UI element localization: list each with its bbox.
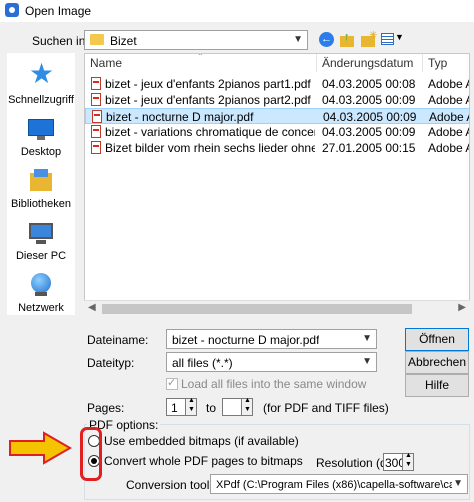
filetype-dropdown[interactable]: all files (*.*) ▼ [166, 352, 377, 372]
annotation-arrow-icon [9, 431, 72, 465]
file-row[interactable]: bizet - variations chromatique de concer… [85, 124, 469, 140]
conversion-tool-dropdown[interactable]: XPdf (C:\Program Files (x86)\capella-sof… [210, 474, 468, 494]
pages-to-input[interactable] [222, 398, 242, 416]
conversion-tool-value: XPdf (C:\Program Files (x86)\capella-sof… [216, 479, 452, 491]
file-type: Adobe Ac [428, 141, 469, 155]
title-bar: Open Image [0, 0, 474, 22]
pages-from-input[interactable]: 1 [166, 398, 186, 416]
pages-note: (for PDF and TIFF files) [263, 401, 389, 415]
chevron-down-icon: ▼ [453, 478, 463, 489]
look-in-value: Bizet [110, 34, 137, 48]
network-icon [27, 271, 55, 299]
place-label: Bibliotheken [11, 198, 71, 210]
place-label: Desktop [20, 146, 62, 158]
place-libraries[interactable]: Bibliotheken [7, 167, 75, 210]
file-date: 04.03.2005 00:09 [322, 125, 416, 139]
column-header-date[interactable]: Änderungsdatum [317, 54, 423, 72]
window-title: Open Image [25, 4, 92, 18]
pdf-file-icon [91, 77, 101, 90]
cancel-button[interactable]: Abbrechen [405, 351, 469, 374]
column-header-name[interactable]: Name ⌃ [85, 54, 317, 72]
filetype-label: Dateityp: [87, 356, 135, 370]
place-label: Netzwerk [18, 302, 64, 314]
pdf-file-icon [92, 110, 102, 123]
load-all-label: Load all files into the same window [181, 377, 367, 391]
file-type: Adobe Ac [428, 125, 469, 139]
libraries-icon [27, 167, 55, 195]
folder-icon [90, 34, 104, 45]
pages-from-stepper[interactable]: ▲ ▼ [185, 397, 197, 416]
open-button[interactable]: Öffnen [405, 328, 469, 351]
computer-icon [27, 219, 55, 247]
look-in-dropdown[interactable]: Bizet ▼ [84, 30, 308, 50]
file-name: bizet - nocturne D major.pdf [106, 110, 254, 124]
place-this-pc[interactable]: Dieser PC [7, 219, 75, 262]
load-all-checkbox[interactable]: ✓ [166, 377, 178, 390]
file-row[interactable]: bizet - jeux d'enfants 2pianos part1.pdf… [85, 76, 469, 92]
file-list[interactable]: Name ⌃ Änderungsdatum Typ bizet - jeux d… [84, 53, 470, 317]
chevron-down-icon: ▼ [362, 333, 372, 344]
up-folder-icon[interactable]: ↑ [340, 31, 355, 47]
app-icon [5, 3, 19, 17]
star-icon: ★ [29, 58, 55, 89]
file-name: bizet - jeux d'enfants 2pianos part1.pdf [105, 77, 311, 91]
file-name: bizet - jeux d'enfants 2pianos part2.pdf [105, 93, 311, 107]
resolution-stepper[interactable]: ▲ ▼ [402, 452, 414, 471]
place-quick-access[interactable]: ★ Schnellzugriff [7, 58, 75, 107]
help-button[interactable]: Hilfe [405, 374, 469, 397]
file-date: 04.03.2005 00:09 [322, 93, 416, 107]
view-menu-icon[interactable]: ▼ [381, 32, 404, 47]
desktop-icon [27, 115, 55, 143]
scroll-right-icon[interactable]: ▶ [458, 302, 466, 313]
file-date: 27.01.2005 00:15 [322, 141, 416, 155]
filename-value: bizet - nocturne D major.pdf [172, 333, 320, 347]
use-embedded-label: Use embedded bitmaps (if available) [104, 434, 299, 448]
file-name: bizet - variations chromatique de concer… [105, 125, 315, 139]
filename-input[interactable]: bizet - nocturne D major.pdf ▼ [166, 329, 377, 349]
look-in-label: Suchen in: [32, 34, 89, 48]
place-label: Dieser PC [15, 250, 67, 262]
pdf-file-icon [91, 125, 101, 138]
scrollbar-thumb[interactable] [102, 304, 412, 314]
pages-to-label: to [206, 401, 217, 415]
pages-to-stepper[interactable]: ▲ ▼ [241, 397, 253, 416]
file-type: Adobe Ac [429, 110, 469, 124]
convert-pages-label: Convert whole PDF pages to bitmaps [104, 454, 303, 468]
back-icon[interactable]: ← [319, 32, 334, 47]
highlight-box [80, 427, 102, 481]
file-type: Adobe Ac [428, 93, 469, 107]
resolution-input[interactable]: 300 [383, 453, 405, 471]
file-row[interactable]: Bizet bilder vom rhein sechs lieder ohne… [85, 140, 469, 156]
pdf-file-icon [91, 141, 101, 154]
new-folder-icon[interactable]: ✳ [361, 30, 377, 47]
place-network[interactable]: Netzwerk [7, 271, 75, 314]
file-type: Adobe Ac [428, 77, 469, 91]
filetype-value: all files (*.*) [172, 356, 233, 370]
chevron-down-icon: ▼ [293, 34, 303, 45]
file-date: 04.03.2005 00:09 [323, 110, 417, 124]
file-row[interactable]: bizet - jeux d'enfants 2pianos part2.pdf… [85, 92, 469, 108]
file-row-selected[interactable]: bizet - nocturne D major.pdf 04.03.2005 … [85, 108, 469, 124]
conversion-tool-label: Conversion tool: [126, 478, 213, 492]
file-name: Bizet bilder vom rhein sechs lieder ohne… [105, 141, 315, 155]
file-date: 04.03.2005 00:08 [322, 77, 416, 91]
places-bar: ★ Schnellzugriff Desktop Bibliotheken Di… [7, 53, 75, 315]
pages-label: Pages: [87, 401, 125, 415]
filename-label: Dateiname: [87, 333, 149, 347]
chevron-down-icon: ▼ [362, 356, 372, 367]
place-desktop[interactable]: Desktop [7, 115, 75, 158]
column-header-type[interactable]: Typ [423, 54, 469, 72]
place-label: Schnellzugriff [8, 94, 74, 106]
scroll-left-icon[interactable]: ◀ [88, 302, 96, 313]
pdf-file-icon [91, 93, 101, 106]
horizontal-scrollbar[interactable]: ◀ ▶ [84, 300, 470, 318]
